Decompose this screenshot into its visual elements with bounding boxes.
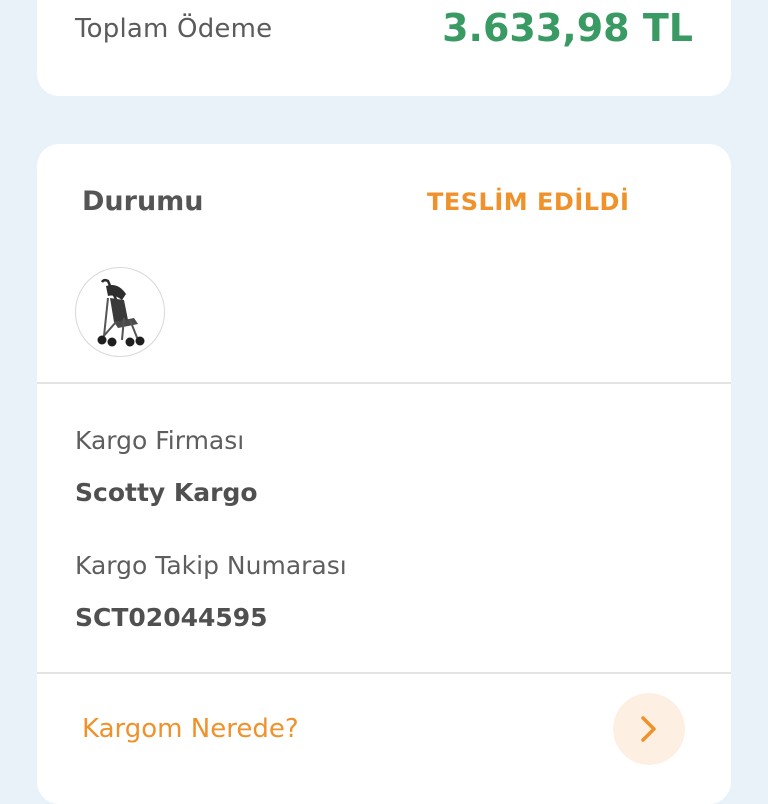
chevron-right-icon — [641, 716, 656, 742]
order-status-card: Durumu TESLİM EDİLDİ Kargo Firması Scott… — [37, 144, 731, 804]
tracking-number-label: Kargo Takip Numarası — [75, 551, 347, 580]
tracking-number-value: SCT02044595 — [75, 603, 268, 632]
where-is-my-cargo-button[interactable] — [613, 693, 685, 765]
cargo-company-value: Scotty Kargo — [75, 478, 258, 507]
total-payment-value: 3.633,98 TL — [442, 6, 693, 50]
status-badge: TESLİM EDİLDİ — [427, 188, 630, 216]
cargo-company-label: Kargo Firması — [75, 426, 245, 455]
status-label: Durumu — [82, 186, 204, 217]
total-payment-label: Toplam Ödeme — [75, 14, 273, 44]
product-thumbnail[interactable] — [75, 267, 165, 357]
divider — [37, 382, 731, 384]
payment-summary-card: Toplam Ödeme 3.633,98 TL — [37, 0, 731, 96]
divider — [37, 672, 731, 674]
stroller-icon — [97, 278, 145, 347]
where-is-my-cargo-link[interactable]: Kargom Nerede? — [82, 714, 299, 744]
